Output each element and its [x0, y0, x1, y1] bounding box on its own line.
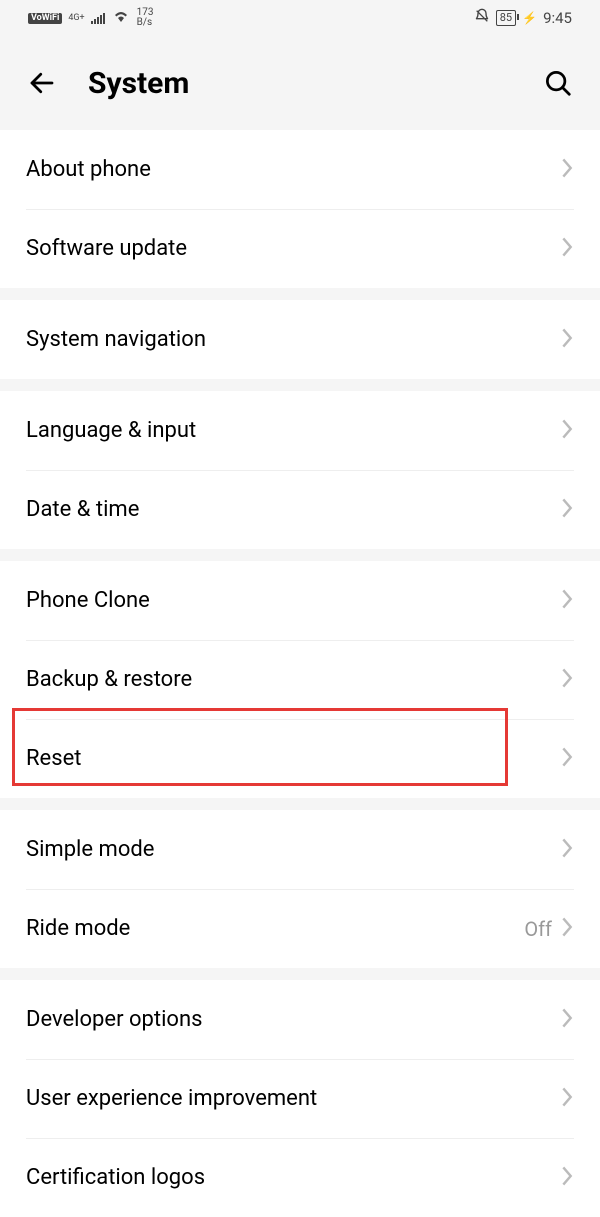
row-developer-options[interactable]: Developer options [0, 980, 600, 1059]
list-item-label: About phone [26, 157, 560, 182]
list-item-label: Phone Clone [26, 588, 560, 613]
list-item-label: Language & input [26, 418, 560, 443]
list-item-label: Developer options [26, 1007, 560, 1032]
group-reset: Phone Clone Backup & restore Reset [0, 561, 600, 798]
row-language-input[interactable]: Language & input [0, 391, 600, 470]
chevron-right-icon [560, 1086, 574, 1112]
list-item-label: Certification logos [26, 1165, 560, 1190]
chevron-right-icon [560, 497, 574, 523]
group-developer: Developer options User experience improv… [0, 980, 600, 1217]
list-item-label: Software update [26, 236, 560, 261]
chevron-right-icon [560, 418, 574, 444]
chevron-right-icon [560, 746, 574, 772]
chevron-right-icon [560, 1165, 574, 1191]
row-date-time[interactable]: Date & time [0, 470, 600, 549]
row-software-update[interactable]: Software update [0, 209, 600, 288]
list-item-label: Date & time [26, 497, 560, 522]
settings-list: About phone Software update System navig… [0, 130, 600, 1217]
row-phone-clone[interactable]: Phone Clone [0, 561, 600, 640]
row-system-navigation[interactable]: System navigation [0, 300, 600, 379]
signal-icon [91, 12, 105, 24]
chevron-right-icon [560, 236, 574, 262]
status-bar: VoWiFi 4G+ 173 B/s 85 ⚡ 9:45 [0, 0, 600, 36]
row-ride-mode[interactable]: Ride mode Off [0, 889, 600, 968]
status-left: VoWiFi 4G+ 173 B/s [28, 8, 154, 28]
search-button[interactable] [540, 65, 576, 101]
header: System [0, 36, 600, 130]
row-reset[interactable]: Reset [0, 719, 600, 798]
chevron-right-icon [560, 327, 574, 353]
battery-icon: 85 [496, 10, 516, 25]
mute-icon [474, 8, 490, 28]
charging-icon: ⚡ [522, 11, 537, 25]
network-speed: 173 B/s [137, 8, 154, 28]
back-button[interactable] [24, 65, 60, 101]
row-certification-logos[interactable]: Certification logos [0, 1138, 600, 1217]
chevron-right-icon [560, 588, 574, 614]
chevron-right-icon [560, 916, 574, 942]
page-title: System [88, 66, 512, 101]
row-simple-mode[interactable]: Simple mode [0, 810, 600, 889]
list-item-label: Ride mode [26, 916, 524, 941]
list-item-label: Simple mode [26, 837, 560, 862]
list-item-label: User experience improvement [26, 1086, 560, 1111]
row-about-phone[interactable]: About phone [0, 130, 600, 209]
list-item-label: Backup & restore [26, 667, 560, 692]
status-right: 85 ⚡ 9:45 [474, 8, 572, 28]
group-mode: Simple mode Ride mode Off [0, 810, 600, 968]
chevron-right-icon [560, 1007, 574, 1033]
group-about: About phone Software update [0, 130, 600, 288]
list-item-label: Reset [26, 746, 560, 771]
vowifi-badge: VoWiFi [28, 13, 62, 24]
clock: 9:45 [543, 9, 572, 27]
list-item-value: Off [524, 917, 552, 941]
chevron-right-icon [560, 837, 574, 863]
network-type: 4G+ [68, 14, 84, 23]
group-navigation: System navigation [0, 300, 600, 379]
group-language: Language & input Date & time [0, 391, 600, 549]
chevron-right-icon [560, 157, 574, 183]
row-backup-restore[interactable]: Backup & restore [0, 640, 600, 719]
list-item-label: System navigation [26, 327, 560, 352]
chevron-right-icon [560, 667, 574, 693]
row-user-experience[interactable]: User experience improvement [0, 1059, 600, 1138]
wifi-icon [113, 10, 129, 26]
